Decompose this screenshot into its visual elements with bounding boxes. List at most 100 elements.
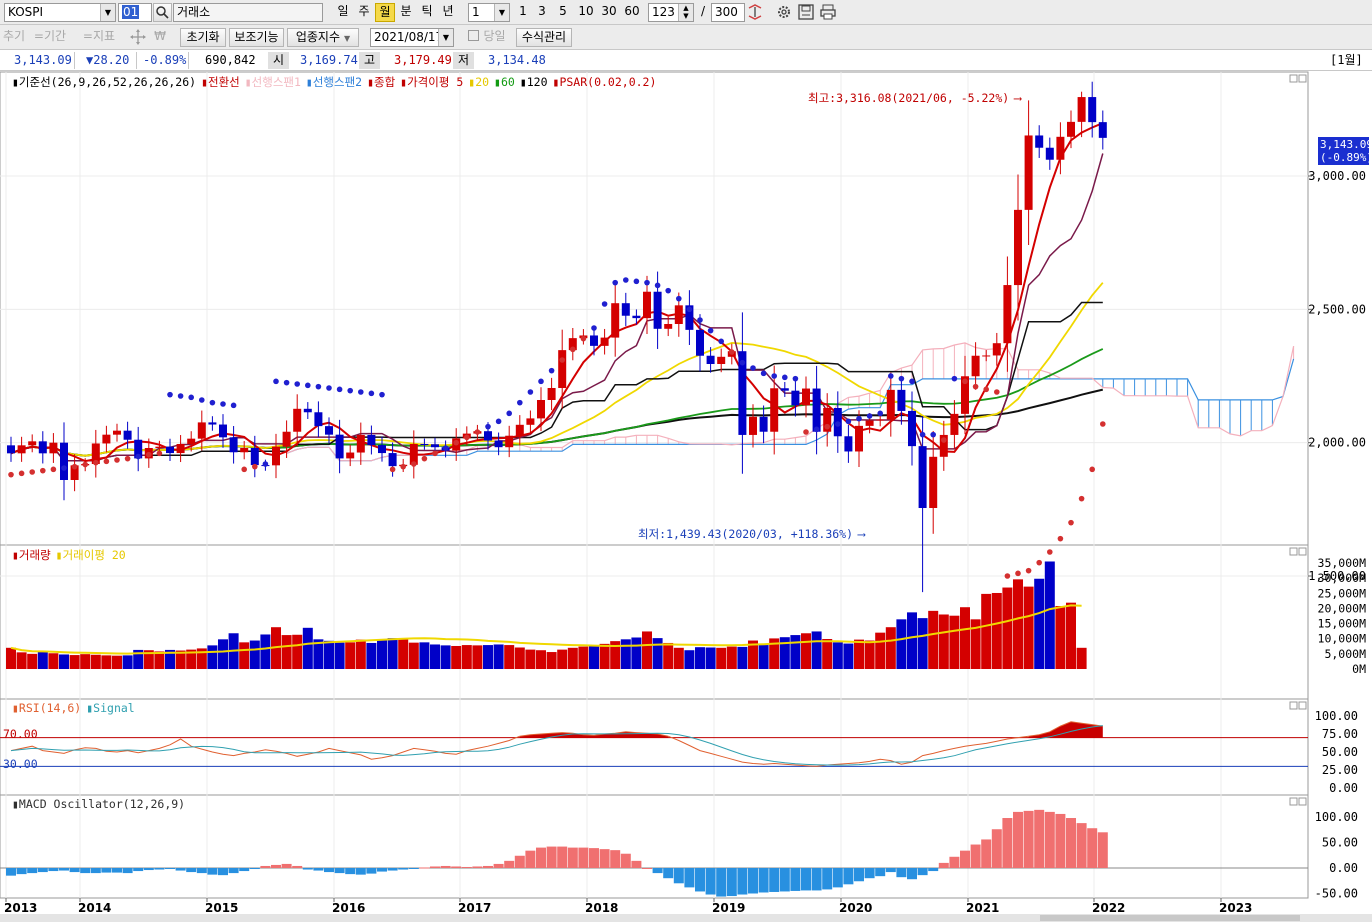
volume-bar xyxy=(514,647,525,669)
candle-body xyxy=(802,388,810,406)
volume-bar xyxy=(430,644,440,669)
psar-dot xyxy=(177,393,184,399)
volume-bar xyxy=(960,607,970,669)
volume-bar xyxy=(345,642,356,669)
candle-body xyxy=(696,329,704,356)
candle-body xyxy=(992,343,1001,356)
macd-bar xyxy=(122,868,133,874)
pane-minimize-icon xyxy=(1289,701,1298,710)
rsi-axis-label: 100.00 xyxy=(1315,709,1358,723)
candle-body xyxy=(1098,122,1107,138)
volume-bar xyxy=(684,650,695,669)
psar-dot xyxy=(464,434,470,441)
candle-body xyxy=(855,425,863,452)
price-axis-label: 2,500.00 xyxy=(1308,302,1366,316)
macd-bar xyxy=(748,868,758,894)
macd-bar xyxy=(1076,823,1087,868)
psar-dot xyxy=(559,357,565,363)
candle-body xyxy=(314,412,323,427)
macd-bar xyxy=(80,868,91,874)
candle-body xyxy=(505,435,514,448)
year-axis-label: 2016 xyxy=(332,901,365,915)
psar-dot xyxy=(739,359,746,366)
pane-close-icon xyxy=(1298,797,1307,806)
macd-bar xyxy=(673,868,684,884)
macd-bar xyxy=(398,868,409,870)
volume-bar xyxy=(218,639,228,669)
candle-body xyxy=(1067,121,1075,137)
psar-dot xyxy=(1036,559,1042,566)
psar-dot xyxy=(866,413,873,419)
volume-axis-label: 30,000M xyxy=(1318,571,1367,585)
macd-bar xyxy=(631,860,642,868)
candle-body xyxy=(664,324,673,329)
volume-bar xyxy=(493,644,504,669)
stock-chart[interactable]: 3,000.002,500.002,000.001,500.0035,000M3… xyxy=(0,0,1372,922)
candle-body xyxy=(1056,136,1065,160)
volume-bar xyxy=(281,635,292,669)
macd-legend: ▮MACD Oscillator(12,26,9) xyxy=(12,797,190,811)
candle-body xyxy=(1045,147,1054,160)
price-legend-item: ▮20 xyxy=(468,75,490,89)
psar-dot xyxy=(909,378,915,385)
psar-dot xyxy=(61,465,67,471)
volume-bar xyxy=(302,627,313,669)
macd-bar xyxy=(143,868,154,871)
candle-body xyxy=(303,408,312,413)
volume-bar xyxy=(599,643,610,669)
psar-dot xyxy=(146,451,152,458)
low-annotation: 최저:1,439.43(2020/03, +118.36%) ⟶ xyxy=(638,527,865,541)
high-annotation: 최고:3,316.08(2021/06, -5.22%) ⟶ xyxy=(808,91,1022,105)
rsi-legend-item: ▮RSI(14,6) xyxy=(12,701,82,715)
macd-bar xyxy=(1066,818,1076,868)
macd-bar xyxy=(16,868,27,875)
volume-axis-label: 15,000M xyxy=(1318,617,1367,631)
year-axis-label: 2023 xyxy=(1219,901,1252,915)
volume-bar xyxy=(408,642,419,669)
candle-body xyxy=(759,416,768,432)
macd-bar xyxy=(970,844,981,868)
candle-body xyxy=(780,388,789,391)
macd-bar xyxy=(112,868,122,873)
macd-bar xyxy=(695,868,705,892)
candle-body xyxy=(378,445,386,454)
psar-dot xyxy=(1004,573,1011,579)
volume-bar xyxy=(48,653,59,669)
macd-bar xyxy=(811,868,822,891)
volume-legend: ▮거래량 ▮거래이평 20 xyxy=(12,547,131,563)
volume-bar xyxy=(154,651,165,669)
volume-legend-item: ▮거래이평 20 xyxy=(55,548,126,562)
candle-body xyxy=(770,388,779,432)
psar-dot xyxy=(347,387,354,394)
macd-bar xyxy=(239,868,250,872)
psar-dot xyxy=(400,463,407,470)
volume-legend-item: ▮거래량 xyxy=(12,548,51,562)
psar-dot xyxy=(962,378,968,385)
psar-dot xyxy=(82,461,88,468)
candle-body xyxy=(166,446,174,454)
candle-body xyxy=(1014,209,1022,286)
volume-bar xyxy=(811,631,822,669)
psar-dot xyxy=(729,349,735,355)
price-legend-item: ▮60 xyxy=(494,75,515,89)
psar-dot xyxy=(1015,570,1021,577)
psar-dot xyxy=(612,279,618,286)
psar-dot xyxy=(283,379,290,386)
price-legend-item: ▮PSAR(0.02,0.2) xyxy=(552,75,657,89)
volume-bar xyxy=(758,645,769,669)
psar-dot xyxy=(760,370,767,377)
volume-bar xyxy=(387,638,398,669)
volume-bar xyxy=(483,645,493,669)
macd-bar xyxy=(419,867,430,869)
volume-bar xyxy=(695,647,705,669)
volume-bar xyxy=(59,654,69,669)
candle-body xyxy=(250,448,259,466)
year-axis-label: 2020 xyxy=(839,901,872,915)
psar-dot xyxy=(379,391,385,398)
psar-dot xyxy=(527,389,534,395)
psar-dot xyxy=(898,375,905,382)
volume-axis-label: 20,000M xyxy=(1318,601,1367,615)
volume-bar xyxy=(536,650,546,669)
candle-body xyxy=(865,420,874,426)
candle-body xyxy=(897,389,906,411)
